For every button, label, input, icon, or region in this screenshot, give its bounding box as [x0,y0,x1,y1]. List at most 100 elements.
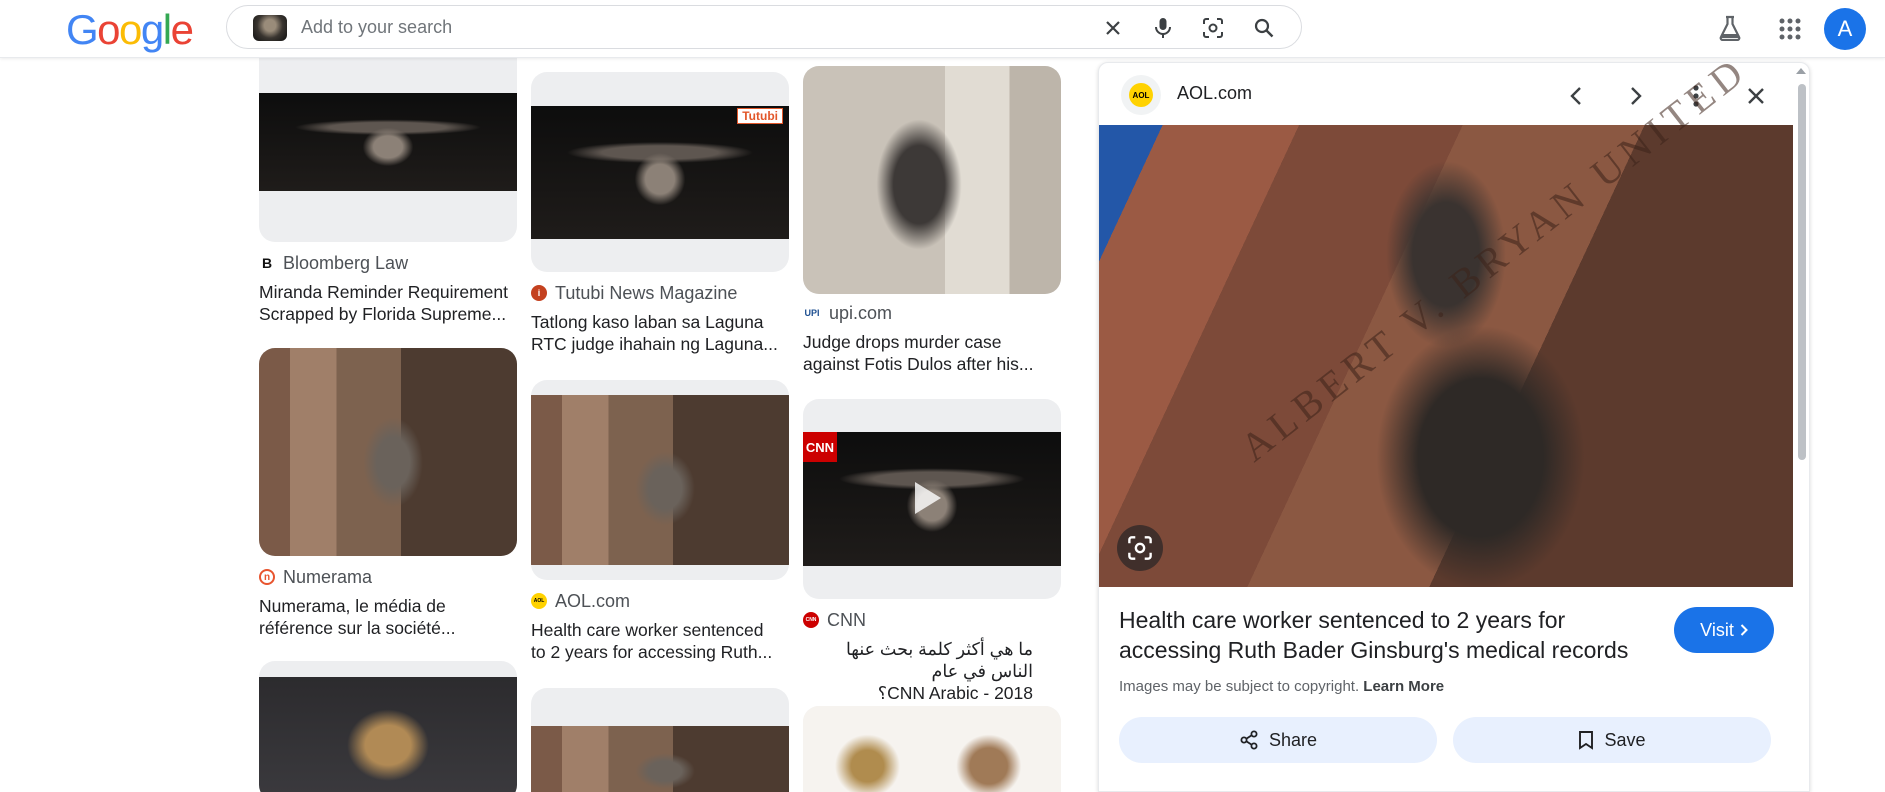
result-card[interactable] [803,706,1061,792]
result-thumbnail[interactable] [531,380,789,580]
result-title-line: RTC judge ihahain ng Laguna... [531,334,778,354]
result-source[interactable]: UPI upi.com [803,302,1061,324]
result-card[interactable]: UPI upi.com Judge drops murder case agai… [803,66,1061,375]
source-name: Bloomberg Law [283,252,409,273]
result-source[interactable]: CNN CNN [803,609,1061,631]
result-image [803,66,1061,294]
result-thumbnail[interactable] [531,688,789,792]
lens-search-icon[interactable] [1117,525,1163,571]
visit-label: Visit [1700,619,1734,640]
save-label: Save [1604,729,1646,750]
search-image-thumbnail[interactable] [253,15,287,41]
apps-grid-icon[interactable] [1770,9,1810,49]
result-card[interactable]: CNN CNN CNN ما هي أكثر كلمة بحث عنها الن… [803,399,1061,704]
logo-letter: g [140,6,164,53]
result-title-line: Miranda Reminder Requirement [259,282,508,302]
result-title[interactable]: Miranda Reminder Requirement Scrapped by… [259,281,517,325]
result-title[interactable]: Tatlong kaso laban sa Laguna RTC judge i… [531,311,789,355]
result-thumbnail[interactable] [259,661,517,792]
result-title-line: Judge drops murder case [803,332,1002,352]
source-favicon: n [259,569,275,585]
logo-letter: e [170,6,194,53]
result-card[interactable] [259,661,517,792]
result-thumbnail[interactable] [803,706,1061,792]
result-title[interactable]: Judge drops murder case against Fotis Du… [803,331,1061,375]
result-image [531,395,789,565]
source-name: AOL.com [555,590,631,611]
result-card[interactable] [531,688,789,792]
result-card[interactable]: B Bloomberg Law Miranda Reminder Require… [259,40,517,325]
google-logo[interactable]: Google [66,6,194,53]
cnn-badge: CNN [803,432,837,462]
source-name: Numerama [283,566,373,587]
result-title[interactable]: ما هي أكثر كلمة بحث عنها الناس في عام 20… [803,638,1033,704]
share-icon [1240,730,1258,750]
result-title-line: Health care worker sentenced [531,620,764,640]
result-thumbnail[interactable] [259,40,517,242]
learn-more-link[interactable]: Learn More [1363,678,1444,695]
result-image [803,706,1061,792]
lens-icon[interactable] [1199,14,1227,42]
preview-image[interactable]: ALBERT V. BRYAN UNITED [1099,63,1793,587]
copyright-text: Images may be subject to copyright. [1119,678,1360,695]
panel-scrollbar[interactable] [1795,68,1807,792]
result-card[interactable]: AOL AOL.com Health care worker sentenced… [531,380,789,663]
chevron-right-icon [1740,624,1748,636]
result-card[interactable]: n Numerama Numerama, le média de référen… [259,348,517,639]
result-source[interactable]: i Tutubi News Magazine [531,282,789,304]
result-title-line: ما هي أكثر كلمة بحث عنها الناس في عام [845,639,1033,681]
result-source[interactable]: AOL AOL.com [531,590,789,612]
source-name: CNN [827,609,866,630]
result-thumbnail[interactable]: CNN [803,399,1061,599]
result-title-line: Tatlong kaso laban sa Laguna [531,312,764,332]
play-icon [915,482,941,514]
result-image [259,93,517,191]
result-title-line: Scrapped by Florida Supreme... [259,304,507,324]
top-bar: Google A [0,0,1885,58]
logo-letter: l [162,6,172,53]
result-title-line: against Fotis Dulos after his... [803,354,1034,374]
close-icon[interactable] [1099,14,1127,42]
previous-icon[interactable] [1559,79,1593,113]
scroll-up-arrow-icon[interactable] [1796,68,1806,74]
result-image [259,677,517,792]
account-avatar[interactable]: A [1824,8,1866,50]
labs-flask-icon[interactable] [1710,8,1750,48]
search-icon[interactable] [1250,14,1278,42]
result-title[interactable]: Health care worker sentenced to 2 years … [531,619,789,663]
logo-letter: G [66,6,99,53]
source-name: upi.com [829,302,893,323]
site-favicon[interactable]: AOL [1121,75,1161,115]
copyright-notice: Images may be subject to copyright. Lear… [1119,678,1444,695]
bookmark-icon [1579,731,1594,750]
avatar-letter: A [1837,16,1853,41]
microphone-icon[interactable] [1149,14,1177,42]
share-label: Share [1268,729,1318,750]
scrollbar-thumb[interactable] [1798,84,1806,460]
site-name[interactable]: AOL.com [1177,83,1252,104]
result-source[interactable]: n Numerama [259,566,517,588]
result-image [259,348,517,556]
result-title-line: référence sur la société... [259,618,456,638]
panel-title[interactable]: Health care worker sentenced to 2 years … [1119,605,1659,665]
search-input[interactable] [301,12,1001,42]
result-title-line: Numerama, le média de [259,596,446,616]
watermark-badge: Tutubi [737,108,783,124]
source-favicon: i [531,285,547,301]
source-favicon: AOL [531,593,547,609]
save-button[interactable]: Save [1453,717,1771,763]
result-thumbnail[interactable]: Tutubi [531,72,789,272]
result-source[interactable]: B Bloomberg Law [259,252,517,274]
source-favicon: B [259,255,275,271]
source-favicon: CNN [803,612,819,628]
image-detail-panel: AOL AOL.com ALBERT V. BRYAN UNITED Healt… [1098,62,1810,792]
share-button[interactable]: Share [1119,717,1437,763]
source-name: Tutubi News Magazine [555,282,738,303]
result-thumbnail[interactable] [259,348,517,556]
aol-logo: AOL [1129,83,1153,107]
result-title[interactable]: Numerama, le média de référence sur la s… [259,595,517,639]
result-title-line: 2018 - CNN Arabic؟ [877,683,1033,703]
visit-button[interactable]: Visit [1674,607,1774,653]
result-card[interactable]: Tutubi i Tutubi News Magazine Tatlong ka… [531,72,789,355]
result-thumbnail[interactable] [803,66,1061,294]
